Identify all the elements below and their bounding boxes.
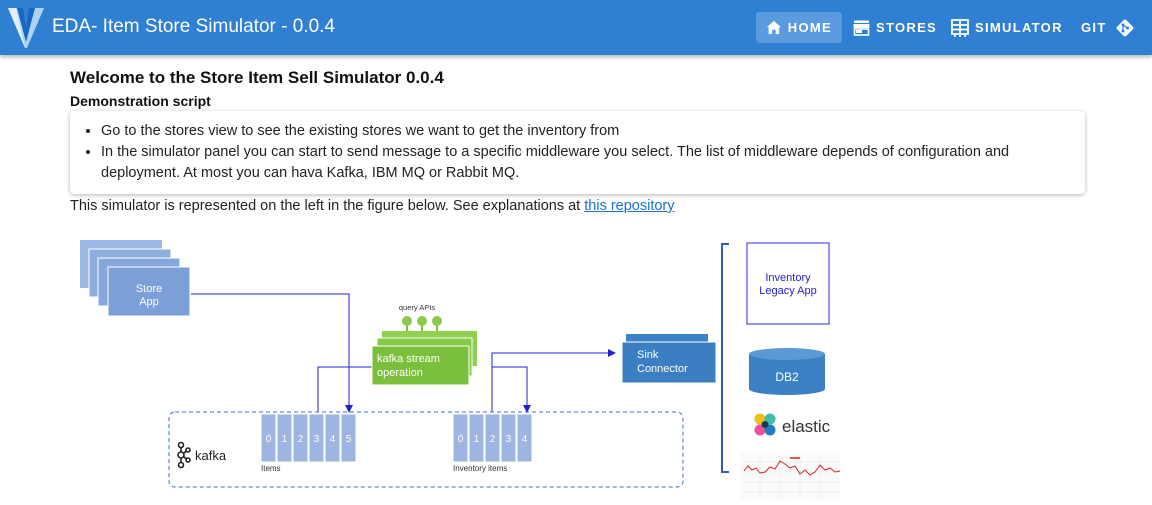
partition-number: 2	[490, 434, 496, 445]
partition-number: 2	[298, 434, 304, 445]
store-app-label: Store	[136, 283, 162, 295]
demo-step: Go to the stores view to see the existin…	[101, 121, 1085, 142]
kafka-stream-label: kafka stream	[377, 353, 440, 365]
query-api-icons	[402, 316, 442, 332]
stores-nav-button[interactable]: STORES	[843, 12, 947, 43]
partition-number: 3	[314, 434, 320, 445]
explanation-paragraph: This simulator is represented on the lef…	[70, 198, 675, 214]
stores-nav-label: STORES	[876, 20, 938, 35]
store-app-box: Store App	[80, 240, 191, 317]
home-nav-button[interactable]: HOME	[756, 12, 842, 43]
partition-number: 5	[346, 434, 352, 445]
demo-step: In the simulator panel you can start to …	[101, 142, 1085, 184]
inventory-topic-label: Inventory items	[453, 464, 507, 473]
demo-script-card: Go to the stores view to see the existin…	[70, 111, 1085, 194]
items-topic-label: Items	[261, 464, 281, 473]
query-apis-label: query APIs	[399, 303, 436, 312]
db2-database-icon: DB2	[749, 348, 825, 395]
git-icon	[1116, 19, 1133, 36]
simulator-nav-label: SIMULATOR	[975, 20, 1063, 35]
demo-script-heading: Demonstration script	[70, 93, 211, 109]
elastic-logo-text: elastic	[782, 417, 831, 436]
app-bar: EDA- Item Store Simulator - 0.0.4 HOME S…	[0, 0, 1152, 55]
partition-number: 4	[522, 434, 528, 445]
git-nav-label: GIT	[1081, 20, 1107, 35]
partition-number: 1	[474, 434, 480, 445]
explanation-text: This simulator is represented on the lef…	[70, 198, 585, 214]
inventory-legacy-app-label: Legacy App	[759, 285, 817, 297]
store-app-label: App	[139, 296, 159, 308]
partition-number: 3	[506, 434, 512, 445]
sink-targets-bracket	[721, 243, 729, 473]
welcome-heading: Welcome to the Store Item Sell Simulator…	[70, 68, 444, 87]
store-icon	[853, 20, 870, 36]
architecture-diagram: Store App query APIs kafka stream operat…	[80, 240, 841, 500]
db2-label: DB2	[775, 370, 799, 384]
kafka-logo-text: kafka	[195, 448, 227, 463]
partition-number: 4	[330, 434, 336, 445]
inventory-legacy-app-label: Inventory	[765, 272, 811, 284]
kafka-stream-label: operation	[377, 367, 423, 379]
sink-connector-box: Sink Connector	[621, 334, 717, 384]
repository-link[interactable]: this repository	[584, 198, 674, 214]
partition-number: 0	[458, 434, 464, 445]
items-topic-partitions: 012345	[260, 413, 357, 463]
inventory-topic-partitions: 01234	[452, 413, 533, 463]
kafka-logo: kafka	[177, 441, 227, 469]
monitoring-chart-thumbnail	[740, 452, 841, 500]
simulator-nav-button[interactable]: SIMULATOR	[941, 12, 1073, 43]
view-dashboard-icon	[951, 18, 969, 37]
partition-number: 0	[266, 434, 272, 445]
sink-connector-label: Sink	[637, 349, 659, 361]
app-title: EDA- Item Store Simulator - 0.0.4	[52, 16, 335, 37]
kafka-cluster-boundary	[168, 411, 684, 488]
home-icon	[766, 20, 781, 34]
partition-number: 1	[282, 434, 288, 445]
kafka-stream-box: kafka stream operation	[371, 331, 477, 386]
demo-steps-list: Go to the stores view to see the existin…	[70, 111, 1085, 184]
sink-connector-label: Connector	[637, 363, 688, 375]
vuetify-logo	[8, 8, 44, 48]
git-nav-button[interactable]: GIT	[1071, 12, 1145, 43]
home-nav-label: HOME	[787, 20, 832, 35]
elastic-logo: elastic	[754, 413, 831, 436]
